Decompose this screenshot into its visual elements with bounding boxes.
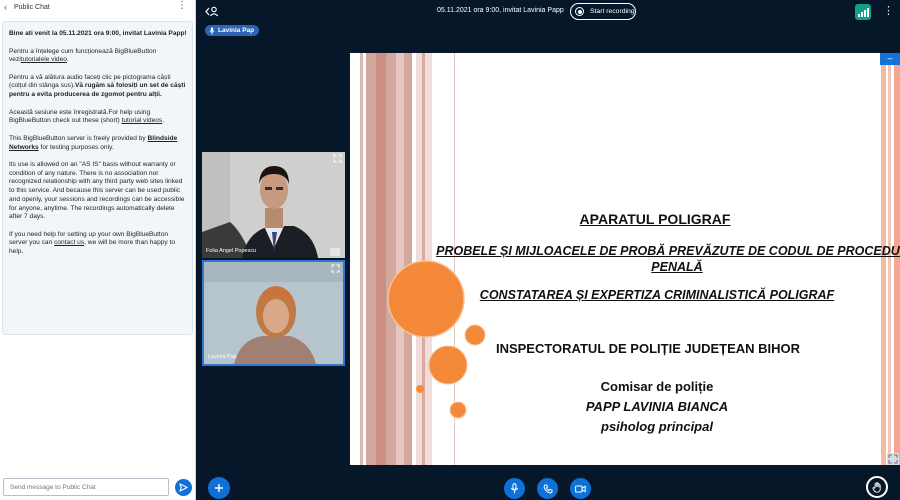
options-menu-icon[interactable]: ⋮ (883, 6, 894, 17)
start-recording-button[interactable]: Start recording (570, 3, 636, 20)
slide-subtitle: PROBELE ȘI MIJLOACELE DE PROBĂ PREVĂZUTE… (436, 244, 900, 274)
message-text: for testing purposes only. (38, 143, 114, 151)
talker-name: Lavinia Pap (218, 27, 255, 34)
slide-rank: Comisar de poliție (600, 379, 714, 394)
microphone-icon (209, 27, 215, 35)
webcam-username: Folia Angel Popescu (206, 248, 257, 254)
talking-indicator[interactable]: Lavinia Pap (205, 25, 260, 36)
webcam-tile[interactable]: Folia Angel Popescu (202, 152, 345, 258)
presentation-slide: APARATUL POLIGRAF PROBELE ȘI MIJLOACELE … (350, 53, 900, 465)
raise-hand-button[interactable] (866, 476, 888, 498)
signal-bar (863, 10, 866, 17)
meeting-title: 05.11.2021 ora 9:00, invitat Lavinia Pap… (437, 7, 564, 14)
send-button[interactable] (175, 479, 192, 496)
expand-icon[interactable] (333, 154, 342, 163)
slide-author: PAPP LAVINIA BIANCA (585, 399, 729, 414)
phone-icon (543, 484, 552, 493)
chat-message: Pentru a vă alătura audio faceți clic pe… (9, 74, 187, 100)
record-label: Start recording (590, 8, 635, 15)
user-toggle-icon[interactable] (205, 6, 219, 17)
chat-message: Bine ati venit la 05.11.2021 ora 9:00, i… (9, 30, 187, 39)
chat-message: This BigBlueButton server is freely prov… (9, 135, 187, 152)
contact-us-link[interactable]: contact us (54, 239, 84, 246)
raise-hand-icon (872, 481, 881, 493)
tutorial-link-ro[interactable]: tutorialele video (21, 56, 67, 63)
webcam-video (202, 152, 345, 258)
share-webcam-button[interactable] (570, 478, 591, 499)
signal-bar (866, 8, 869, 17)
message-text: Its use is allowed on an "AS IS" basis w… (9, 161, 185, 221)
record-icon (575, 7, 584, 16)
microphone-button[interactable] (504, 478, 525, 499)
chat-header: ‹ Public Chat (0, 0, 196, 14)
message-text: . (162, 117, 165, 125)
microphone-icon (510, 483, 519, 494)
chat-message: Pentru a înțelege cum funcționează BigBl… (9, 48, 187, 65)
signal-bar (860, 12, 863, 17)
plus-icon (215, 484, 223, 492)
chat-options-icon[interactable]: ⋮ (177, 1, 187, 11)
webcam-video (204, 262, 343, 364)
tutorial-videos-link[interactable]: tutorial videos (122, 117, 163, 124)
webcam-username: Lavinia Pap (208, 354, 237, 360)
webcam-tile[interactable]: Lavinia Pap (202, 260, 345, 366)
chat-message: Its use is allowed on an "AS IS" basis w… (9, 161, 187, 222)
slide-topic: CONSTATAREA ȘI EXPERTIZA CRIMINALISTICĂ … (479, 288, 835, 302)
send-icon (179, 483, 188, 492)
chat-message-input[interactable] (3, 478, 169, 496)
minimize-presentation-button[interactable]: – (880, 53, 900, 65)
slide-role: psiholog principal (601, 419, 713, 434)
signal-bars-icon (857, 14, 860, 17)
actions-plus-button[interactable] (208, 477, 230, 499)
slide-title: APARATUL POLIGRAF (579, 211, 731, 227)
chat-message: If you need help for setting up your own… (9, 231, 187, 257)
video-camera-icon (575, 485, 586, 492)
chat-message: Această sesiune este înregistrată.For he… (9, 109, 187, 126)
fullscreen-icon[interactable] (887, 453, 899, 465)
leave-audio-button[interactable] (537, 478, 558, 499)
chevron-left-icon[interactable]: ‹ (4, 2, 12, 12)
chat-panel: ‹ Public Chat ⋮ Bine ati venit la 05.11.… (0, 0, 196, 500)
welcome-message: Bine ati venit la 05.11.2021 ora 9:00, i… (9, 30, 187, 37)
slide-institution: INSPECTORATUL DE POLIȚIE JUDEȚEAN BIHOR (495, 341, 801, 356)
connection-status-button[interactable] (855, 4, 871, 20)
expand-icon[interactable] (331, 264, 340, 273)
chat-title[interactable]: Public Chat (14, 4, 50, 11)
message-text: . (66, 56, 69, 64)
chat-messages: Bine ati venit la 05.11.2021 ora 9:00, i… (2, 21, 193, 335)
message-text: This BigBlueButton server is freely prov… (9, 134, 148, 142)
